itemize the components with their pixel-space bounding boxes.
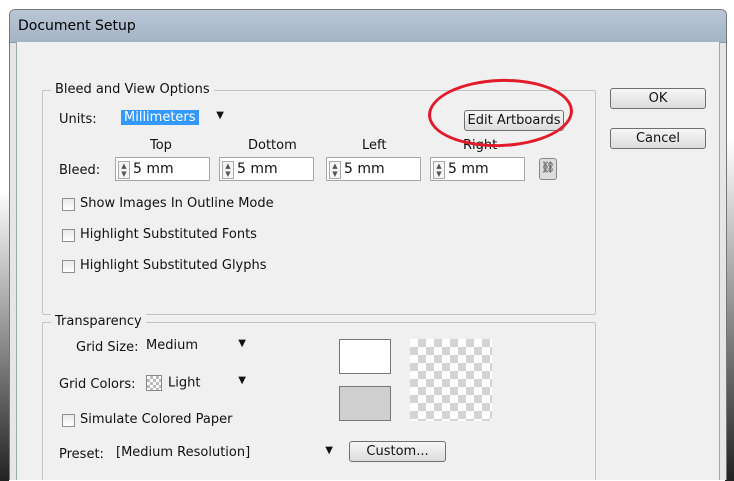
grid-colors-label: Grid Colors: — [59, 377, 136, 392]
bleed-header-bottom: Dottom — [248, 138, 297, 153]
chevron-down-icon: ▼ — [216, 110, 224, 121]
bleed-top-value: 5 mm — [133, 161, 174, 177]
bleed-left-field[interactable]: ▲ ▼ 5 mm — [326, 157, 421, 181]
bleed-left-value: 5 mm — [344, 161, 385, 177]
grid-colors-value: Light — [168, 375, 201, 391]
preset-label: Preset: — [59, 447, 104, 462]
highlight-fonts-label: Highlight Substituted Fonts — [80, 227, 257, 242]
simulate-paper-label: Simulate Colored Paper — [80, 412, 233, 427]
chevron-down-icon: ▼ — [238, 338, 246, 349]
link-icon[interactable]: ⛓ — [539, 158, 557, 180]
bleed-header-left: Left — [362, 138, 387, 153]
spinner-icon[interactable]: ▲ ▼ — [222, 161, 234, 179]
grid-size-label: Grid Size: — [76, 340, 139, 355]
grid-size-value: Medium — [146, 338, 198, 353]
bleed-top-field[interactable]: ▲ ▼ 5 mm — [115, 157, 210, 181]
highlight-glyphs-checkbox[interactable] — [62, 260, 75, 273]
dialog-body: Bleed and View Options Units: Millimeter… — [16, 42, 720, 480]
custom-button[interactable]: Custom... — [349, 441, 446, 462]
bleed-group-legend: Bleed and View Options — [51, 82, 214, 97]
preset-select[interactable]: [Medium Resolution] ▼ — [113, 443, 337, 465]
preset-value: [Medium Resolution] — [116, 445, 251, 460]
grid-colors-select[interactable]: Light ▼ — [143, 373, 250, 395]
chevron-down-icon: ▼ — [238, 375, 246, 386]
window-title: Document Setup — [18, 18, 136, 34]
bleed-label: Bleed: — [59, 163, 101, 178]
show-images-outline-label: Show Images In Outline Mode — [80, 196, 274, 211]
units-select[interactable]: Millimeters ▼ — [118, 108, 228, 130]
units-value: Millimeters — [121, 110, 199, 125]
chevron-down-icon: ▼ — [325, 445, 333, 456]
spinner-icon[interactable]: ▲ ▼ — [433, 161, 445, 179]
simulate-paper-checkbox[interactable] — [62, 414, 75, 427]
bleed-bottom-value: 5 mm — [237, 161, 278, 177]
title-bar[interactable]: Document Setup — [10, 10, 726, 43]
ok-button[interactable]: OK — [610, 88, 706, 109]
checker-swatch-icon — [146, 375, 162, 391]
bleed-header-top: Top — [150, 138, 172, 153]
cancel-button[interactable]: Cancel — [610, 128, 706, 149]
spinner-icon[interactable]: ▲ ▼ — [118, 161, 130, 179]
spinner-icon[interactable]: ▲ ▼ — [329, 161, 341, 179]
highlight-glyphs-label: Highlight Substituted Glyphs — [80, 258, 267, 273]
show-images-outline-checkbox[interactable] — [62, 198, 75, 211]
grid-size-select[interactable]: Medium ▼ — [143, 336, 250, 358]
document-setup-dialog: Document Setup Bleed and View Options Un… — [9, 9, 727, 480]
highlight-fonts-checkbox[interactable] — [62, 229, 75, 242]
transparency-legend: Transparency — [51, 314, 146, 329]
bleed-right-value: 5 mm — [448, 161, 489, 177]
transparency-grid-preview — [410, 339, 492, 421]
bleed-bottom-field[interactable]: ▲ ▼ 5 mm — [219, 157, 314, 181]
bleed-right-field[interactable]: ▲ ▼ 5 mm — [430, 157, 525, 181]
background-edge-left — [0, 190, 9, 481]
units-label: Units: — [59, 112, 97, 127]
grid-color-2-swatch[interactable] — [339, 386, 391, 421]
grid-color-1-swatch[interactable] — [339, 339, 391, 374]
transparency-group: Transparency Grid Size: Medium ▼ Grid Co… — [42, 314, 596, 480]
